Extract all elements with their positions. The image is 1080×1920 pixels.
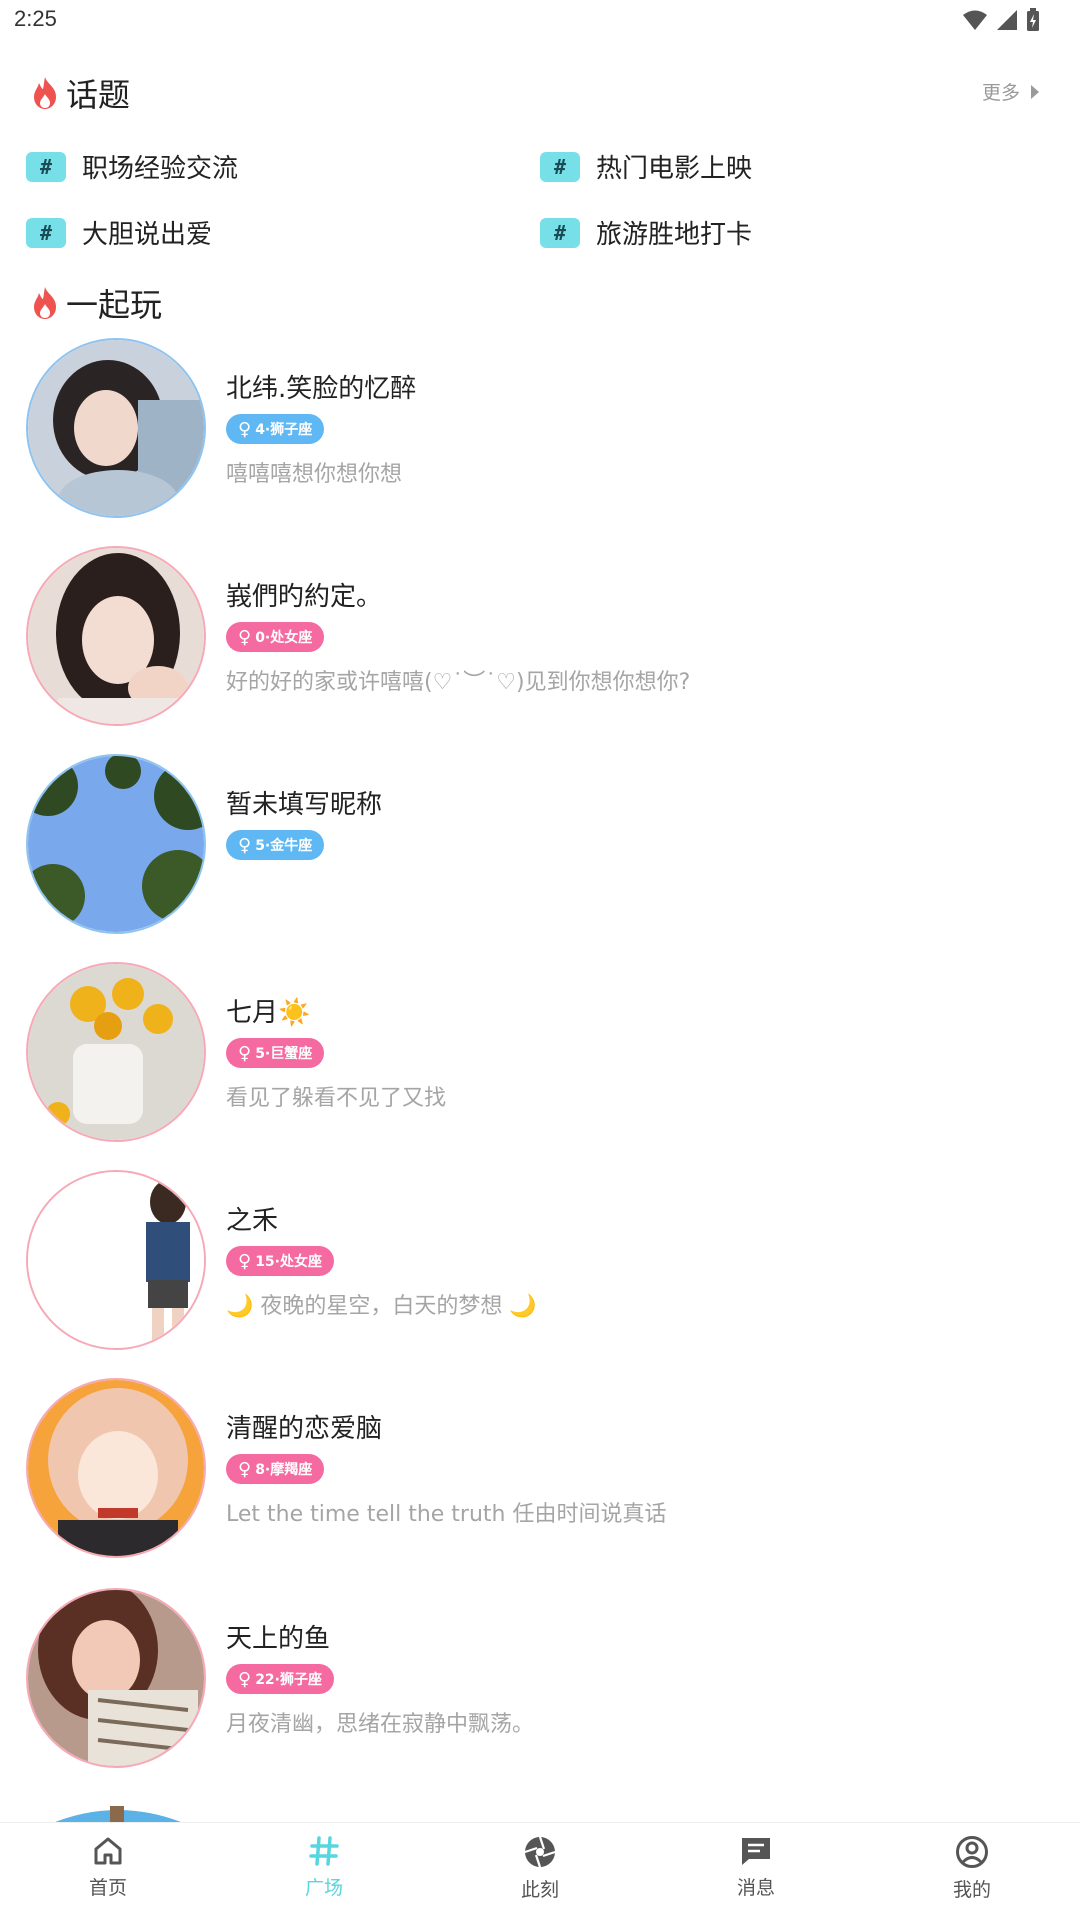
user-name: 北纬.笑脸的忆醉 [226,374,417,404]
chevron-right-icon [1031,84,1039,99]
hash-icon: # [26,217,66,248]
zodiac-label: 5·巨蟹座 [255,1046,313,1062]
user-signature: 好的好的家或许嘻嘻(♡˙︶˙♡)见到你想你想你? [226,670,691,695]
bottom-nav: 首页 广场 此刻 消息 我的 [0,1822,1080,1920]
flame-icon [34,77,56,109]
profile-icon [956,1836,988,1868]
nav-label: 消息 [736,1877,775,1899]
female-icon: ♀ [238,1668,252,1690]
status-bar: 2:25 [0,0,1080,42]
nav-moment[interactable]: 此刻 [432,1823,648,1920]
topic-item[interactable]: # 旅游胜地打卡 [540,214,752,251]
user-signature: 🌙 夜晚的星空，白天的梦想 🌙 [226,1294,537,1319]
aperture-icon [524,1836,556,1868]
nav-label: 我的 [952,1879,991,1901]
nav-messages[interactable]: 消息 [648,1823,864,1920]
zodiac-badge: ♀ 0·处女座 [226,622,325,652]
nav-label: 此刻 [520,1879,559,1901]
zodiac-badge: ♀ 22·狮子座 [226,1664,334,1694]
user-list-item[interactable]: 峩們旳約定。 ♀ 0·处女座 好的好的家或许嘻嘻(♡˙︶˙♡)见到你想你想你? [0,546,1080,754]
user-signature: Let the time tell the truth 任由时间说真话 [226,1502,667,1527]
female-icon: ♀ [238,1042,252,1064]
user-name: 之禾 [226,1206,279,1236]
play-header: 一起玩 [30,280,162,326]
female-icon: ♀ [238,1250,252,1272]
status-icons [962,8,1040,32]
avatar[interactable] [26,338,206,518]
nav-square[interactable]: 广场 [216,1823,432,1920]
flame-icon [34,287,56,319]
female-icon: ♀ [238,626,252,648]
nav-home[interactable]: 首页 [0,1823,216,1920]
topics-title: 话题 [66,76,131,114]
zodiac-label: 0·处女座 [255,630,313,646]
user-signature: 看见了躲看不见了又找 [226,1086,447,1111]
user-name: 清醒的恋爱脑 [226,1414,383,1444]
avatar[interactable] [26,546,206,726]
hash-icon: # [540,151,580,182]
play-title: 一起玩 [66,286,163,324]
female-icon: ♀ [238,1458,252,1480]
wifi-icon [963,10,987,30]
user-list-item[interactable]: 七月☀️ ♀ 5·巨蟹座 看见了躲看不见了又找 [0,962,1080,1170]
user-signature: 月夜清幽，思绪在寂静中飘荡。 [226,1712,535,1737]
topics-header: 话题 [30,70,130,116]
avatar[interactable] [26,1588,206,1768]
avatar[interactable] [26,1170,206,1350]
zodiac-badge: ♀ 15·处女座 [226,1246,334,1276]
nav-label: 广场 [304,1877,343,1899]
topic-item[interactable]: # 职场经验交流 [26,148,238,185]
zodiac-badge: ♀ 5·巨蟹座 [226,1038,325,1068]
avatar[interactable] [26,754,206,934]
user-name: 天上的鱼 [226,1624,331,1654]
hash-icon: # [26,151,66,182]
hash-icon [309,1836,339,1866]
battery-icon [1027,8,1039,31]
nav-profile[interactable]: 我的 [864,1823,1080,1920]
user-name: 七月☀️ [226,998,311,1028]
hash-icon: # [540,217,580,248]
female-icon: ♀ [238,834,252,856]
avatar-partial[interactable] [50,1800,186,1824]
user-list-item[interactable]: 清醒的恋爱脑 ♀ 8·摩羯座 Let the time tell the trut… [0,1378,1080,1586]
user-list-item[interactable]: 天上的鱼 ♀ 22·狮子座 月夜清幽，思绪在寂静中飘荡。 [0,1588,1080,1796]
message-icon [742,1838,770,1865]
user-signature: 嘻嘻嘻想你想你想 [226,462,403,487]
status-time: 2:25 [14,6,57,31]
user-list-item[interactable]: 北纬.笑脸的忆醉 ♀ 4·狮子座 嘻嘻嘻想你想你想 [0,338,1080,546]
nav-label: 首页 [88,1877,127,1899]
more-label: 更多 [981,82,1020,104]
avatar[interactable] [26,1378,206,1558]
user-list-item[interactable]: 之禾 ♀ 15·处女座 🌙 夜晚的星空，白天的梦想 🌙 [0,1170,1080,1378]
user-list-item[interactable]: 暂未填写昵称 ♀ 5·金牛座 [0,754,1080,962]
signal-icon [997,10,1017,30]
zodiac-label: 5·金牛座 [255,838,313,854]
avatar[interactable] [26,962,206,1142]
zodiac-badge: ♀ 8·摩羯座 [226,1454,325,1484]
user-name: 暂未填写昵称 [226,790,383,820]
topic-item[interactable]: # 大胆说出爱 [26,214,212,251]
zodiac-badge: ♀ 5·金牛座 [226,830,325,860]
zodiac-label: 15·处女座 [255,1254,322,1270]
home-icon [94,1837,122,1865]
user-name: 峩們旳約定。 [226,582,383,612]
zodiac-label: 4·狮子座 [255,422,313,438]
zodiac-label: 8·摩羯座 [255,1462,313,1478]
topic-name: 职场经验交流 [82,154,239,184]
more-button[interactable]: 更多 [982,78,1040,105]
zodiac-label: 22·狮子座 [255,1672,322,1688]
topic-name: 旅游胜地打卡 [596,220,753,250]
topic-item[interactable]: # 热门电影上映 [540,148,752,185]
female-icon: ♀ [238,418,252,440]
zodiac-badge: ♀ 4·狮子座 [226,414,325,444]
topic-name: 热门电影上映 [596,154,753,184]
topic-name: 大胆说出爱 [82,220,213,250]
